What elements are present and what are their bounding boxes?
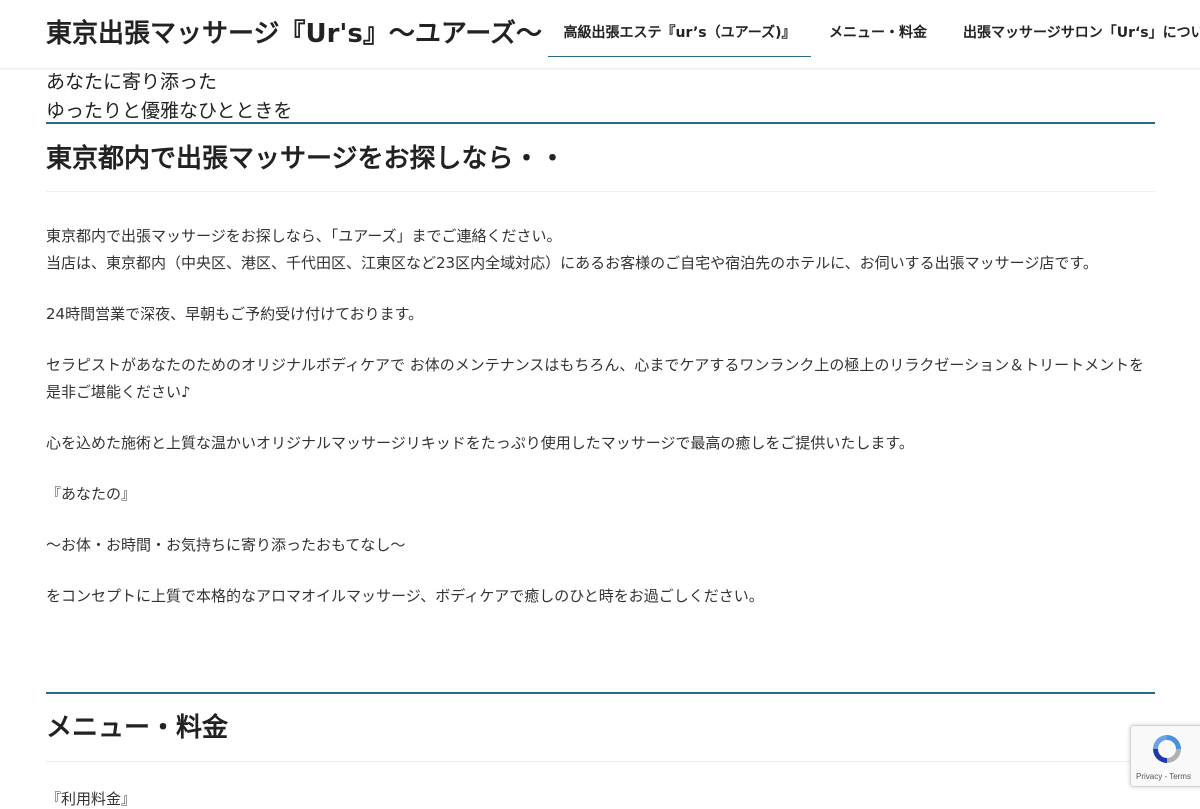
- tagline-line-1: あなたに寄り添った: [46, 71, 218, 93]
- section-menu-price: メニュー・料金: [46, 711, 1155, 762]
- partial-text: 『利用料金』: [46, 790, 137, 808]
- paragraph: セラピストがあなたのためのオリジナルボディケアで お体のメンテナンスはもちろん、…: [46, 356, 1145, 401]
- paragraph: 24時間営業で深夜、早朝もご予約受け付けております。: [46, 305, 424, 323]
- section-intro-title: 東京都内で出張マッサージをお探しなら・・: [46, 144, 566, 174]
- site-title[interactable]: 東京出張マッサージ『Ur's』〜ユアーズ〜: [46, 16, 542, 52]
- section-divider: [46, 191, 1155, 192]
- section-intro: 東京都内で出張マッサージをお探しなら・・ 東京都内で出張マッサージをお探しなら、…: [46, 142, 1155, 610]
- site-header: 東京出張マッサージ『Ur's』〜ユアーズ〜 高級出張エステ『ur’s（ユアーズ)…: [0, 0, 1200, 69]
- section-divider: [46, 761, 1155, 762]
- recaptcha-icon: [1153, 735, 1181, 763]
- paragraph: 東京都内で出張マッサージをお探しなら、「ユアーズ」までご連絡ください。: [46, 227, 562, 245]
- paragraph: 〜お体・お時間・お気持ちに寄り添ったおもてなし〜: [46, 536, 406, 554]
- recaptcha-badge[interactable]: Privacy - Terms: [1130, 725, 1200, 787]
- tagline-line-2: ゆったりと優雅なひとときを: [46, 100, 293, 122]
- paragraph: 当店は、東京都内（中央区、港区、千代田区、江東区など23区内全域対応）にあるお客…: [46, 254, 1098, 272]
- nav-item-top[interactable]: 高級出張エステ『ur’s（ユアーズ)』: [548, 10, 811, 57]
- recaptcha-links[interactable]: Privacy - Terms: [1136, 772, 1191, 781]
- paragraph: をコンセプトに上質で本格的なアロマオイルマッサージ、ボディケアで癒しのひと時をお…: [46, 587, 764, 605]
- nav-item-menu-price[interactable]: メニュー・料金: [829, 10, 927, 56]
- paragraph: 心を込めた施術と上質な温かいオリジナルマッサージリキッドをたっぷり使用したマッサ…: [46, 434, 914, 452]
- hero-tagline: あなたに寄り添った ゆったりと優雅なひとときを: [46, 68, 1155, 124]
- section-top-rule: [46, 692, 1155, 694]
- nav-item-about[interactable]: 出張マッサージサロン「Ur‘s」につい: [963, 10, 1200, 56]
- section-intro-body: 東京都内で出張マッサージをお探しなら、「ユアーズ」までご連絡ください。 当店は、…: [46, 223, 1155, 610]
- section-menu-title: メニュー・料金: [46, 713, 229, 743]
- paragraph: 『あなたの』: [46, 485, 137, 503]
